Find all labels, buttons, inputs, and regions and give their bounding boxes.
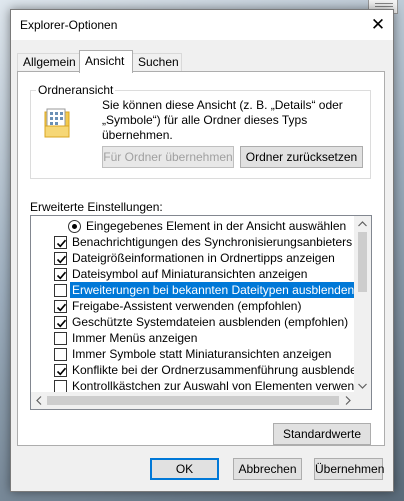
list-item-label: Immer Menüs anzeigen — [72, 331, 198, 345]
folder-options-icon — [44, 108, 70, 138]
list-item-label: Geschützte Systemdateien ausblenden (emp… — [72, 315, 349, 329]
advanced-settings-list[interactable]: Eingegebenes Element in der Ansicht ausw… — [30, 215, 372, 410]
list-item-label: Freigabe-Assistent verwenden (empfohlen) — [72, 299, 302, 313]
check-icon — [56, 367, 67, 376]
list-item-label: Dateisymbol auf Miniaturansichten anzeig… — [72, 267, 308, 281]
folder-view-description: Sie können diese Ansicht (z. B. „Details… — [102, 98, 343, 142]
folder-view-group: Ordneransicht Sie können diese Ansicht (… — [30, 83, 371, 179]
list-item-label: Immer Symbole statt Miniaturansichten an… — [72, 347, 332, 361]
reset-folders-button[interactable]: Ordner zurücksetzen — [240, 146, 363, 168]
vertical-scroll-thumb[interactable] — [358, 232, 367, 292]
apply-to-folders-button[interactable]: Für Ordner übernehmen — [102, 146, 234, 168]
title-bar: Explorer-Optionen ✕ — [11, 10, 393, 40]
checkbox-unchecked[interactable] — [54, 348, 67, 361]
list-item-selected[interactable]: Erweiterungen bei bekannten Dateitypen a… — [31, 282, 356, 298]
advanced-settings-rows: Eingegebenes Element in der Ansicht ausw… — [31, 216, 356, 394]
check-icon — [56, 319, 67, 328]
list-item-label: Eingegebenes Element in der Ansicht ausw… — [86, 219, 347, 233]
scrollbar-corner — [354, 392, 371, 409]
check-icon — [56, 239, 67, 248]
checkbox-checked[interactable] — [54, 236, 67, 249]
checkbox-checked[interactable] — [54, 364, 67, 377]
check-icon — [56, 303, 67, 312]
list-item[interactable]: Geschützte Systemdateien ausblenden (emp… — [31, 314, 356, 330]
folder-view-title: Ordneransicht — [36, 83, 116, 97]
list-item-label: Dateigrößeinformationen in Ordnertipps a… — [72, 251, 335, 265]
list-item-label: Konflikte bei der Ordnerzusammenführung … — [72, 363, 356, 377]
checkbox-unchecked[interactable] — [54, 284, 67, 297]
scroll-right-arrow-icon[interactable] — [345, 396, 351, 405]
list-item[interactable]: Freigabe-Assistent verwenden (empfohlen) — [31, 298, 356, 314]
restore-defaults-button[interactable]: Standardwerte — [273, 423, 371, 445]
cancel-button[interactable]: Abbrechen — [233, 458, 302, 480]
checkbox-checked[interactable] — [54, 316, 67, 329]
apply-button[interactable]: Übernehmen — [314, 458, 384, 480]
tab-allgemein[interactable]: Allgemein — [17, 53, 80, 72]
horizontal-scroll-thumb[interactable] — [47, 396, 339, 405]
checkbox-unchecked[interactable] — [54, 332, 67, 345]
checkbox-checked[interactable] — [54, 268, 67, 281]
check-icon — [56, 271, 67, 280]
explorer-options-dialog: Explorer-Optionen ✕ Allgemein Ansicht Su… — [10, 9, 394, 492]
checkbox-checked[interactable] — [54, 252, 67, 265]
list-item[interactable]: Konflikte bei der Ordnerzusammenführung … — [31, 362, 356, 378]
list-item[interactable]: Immer Menüs anzeigen — [31, 330, 356, 346]
list-item[interactable]: Dateigrößeinformationen in Ordnertipps a… — [31, 250, 356, 266]
list-item-label: Erweiterungen bei bekannten Dateitypen a… — [70, 282, 356, 298]
list-item[interactable]: Eingegebenes Element in der Ansicht ausw… — [31, 218, 356, 234]
advanced-settings-label: Erweiterte Einstellungen: — [30, 200, 163, 214]
tab-panel-ansicht: Ordneransicht Sie können diese Ansicht (… — [17, 71, 385, 446]
tab-ansicht[interactable]: Ansicht — [79, 50, 133, 73]
close-icon[interactable]: ✕ — [363, 10, 393, 40]
horizontal-scrollbar[interactable] — [31, 392, 356, 409]
vertical-scrollbar[interactable] — [354, 216, 371, 394]
list-item-label: Benachrichtigungen des Synchronisierungs… — [72, 235, 356, 249]
list-item[interactable]: Immer Symbole statt Miniaturansichten an… — [31, 346, 356, 362]
radio-checked[interactable] — [68, 220, 81, 233]
tab-suchen[interactable]: Suchen — [132, 53, 182, 72]
checkbox-checked[interactable] — [54, 300, 67, 313]
ok-button[interactable]: OK — [150, 458, 219, 480]
list-item[interactable]: Dateisymbol auf Miniaturansichten anzeig… — [31, 266, 356, 282]
list-item[interactable]: Benachrichtigungen des Synchronisierungs… — [31, 234, 356, 250]
window-title: Explorer-Optionen — [20, 18, 118, 32]
scroll-down-arrow-icon[interactable] — [358, 383, 367, 389]
scroll-up-arrow-icon[interactable] — [358, 221, 367, 227]
check-icon — [56, 255, 67, 264]
scroll-left-arrow-icon[interactable] — [36, 396, 42, 405]
